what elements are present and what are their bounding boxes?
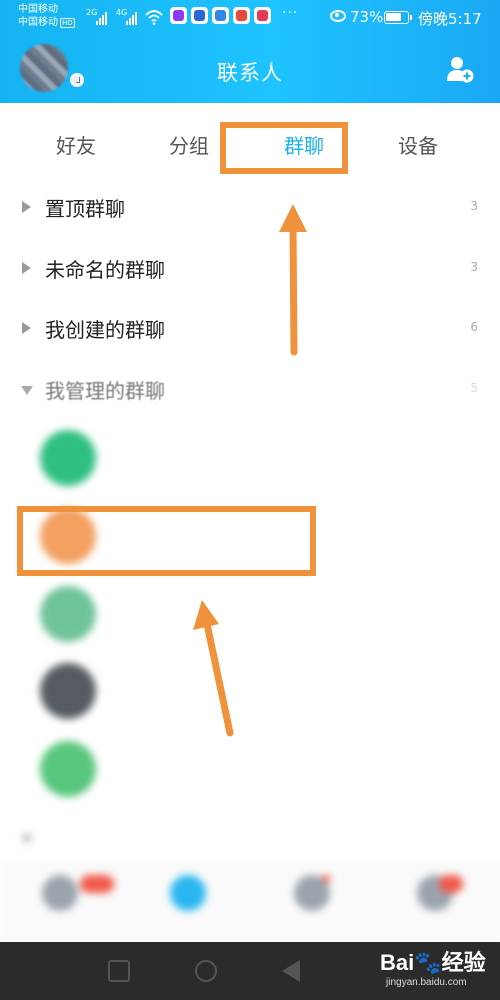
annotation-arrows <box>193 204 307 737</box>
watermark-brand-suffix: 经验 <box>441 950 486 975</box>
paw-logo-icon: 🐾 <box>414 950 442 975</box>
arrow-up-to-tab <box>279 204 307 356</box>
watermark-url: jingyan.baidu.com <box>386 977 467 988</box>
arrow-up-to-chat <box>193 600 234 737</box>
watermark-brand: Bai <box>380 950 415 975</box>
baidu-jingyan-watermark: Bai🐾经验 jingyan.baidu.com <box>380 945 486 988</box>
